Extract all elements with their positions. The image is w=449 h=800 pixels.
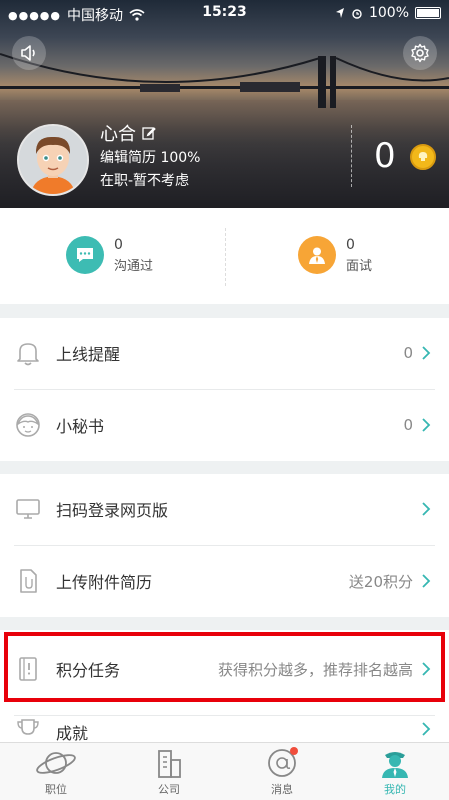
tab-companies[interactable]: 公司: [129, 747, 209, 797]
chevron-right-icon: [422, 722, 431, 736]
bell-icon: [14, 339, 42, 367]
online-reminder-row[interactable]: 上线提醒 0: [0, 318, 449, 388]
speaker-icon: [21, 45, 35, 61]
interviewer-icon: [298, 236, 336, 274]
row-label: 上线提醒: [56, 345, 121, 364]
highlight-box: [4, 632, 445, 702]
stat-label: 沟通过: [114, 258, 154, 274]
tab-label: 公司: [158, 783, 180, 796]
edit-icon[interactable]: [142, 126, 156, 140]
building-icon: [158, 750, 181, 778]
tab-messages[interactable]: 消息: [242, 747, 322, 797]
coin-icon[interactable]: [410, 144, 436, 170]
chevron-right-icon: [422, 418, 431, 432]
tab-label: 我的: [384, 783, 406, 796]
secretary-icon: [14, 411, 42, 439]
tab-label: 消息: [271, 783, 293, 796]
chevron-right-icon: [422, 502, 431, 516]
chevron-right-icon: [422, 574, 431, 588]
notifications-section: 上线提醒 0 小秘书 0: [0, 318, 449, 461]
row-label: 扫码登录网页版: [56, 501, 169, 520]
row-value: 0: [403, 344, 413, 362]
monitor-icon: [14, 495, 42, 523]
alarm-icon: [352, 9, 362, 19]
attachment-icon: [14, 567, 42, 595]
profile-icon: [382, 752, 408, 778]
profile-header: ●●●●● 中国移动 15:23 100% 心合 编辑简历 100% 在职-暂不…: [0, 0, 449, 208]
gear-icon: [411, 43, 429, 63]
stat-count: 0: [114, 236, 123, 253]
settings-button[interactable]: [403, 36, 437, 70]
assistant-row[interactable]: 小秘书 0: [0, 390, 449, 460]
avatar[interactable]: [17, 124, 89, 196]
stats-divider: [225, 228, 226, 286]
stat-interview[interactable]: 0 面试: [298, 236, 372, 274]
tab-jobs[interactable]: 职位: [16, 747, 96, 797]
location-icon: [335, 8, 344, 18]
planet-icon: [36, 752, 76, 774]
header-divider: [351, 125, 352, 187]
bridge-illustration: [0, 53, 449, 108]
cartoon-avatar-icon: [19, 126, 87, 194]
unread-badge: [290, 747, 298, 755]
user-name: 心合: [100, 124, 136, 145]
row-label: 小秘书: [56, 417, 105, 436]
chat-bubble-icon: [66, 236, 104, 274]
row-label: 成就: [56, 724, 89, 743]
battery-icon: [415, 7, 441, 19]
tab-label: 职位: [45, 783, 67, 796]
scan-login-row[interactable]: 扫码登录网页版: [0, 474, 449, 544]
job-status[interactable]: 在职-暂不考虑: [100, 170, 189, 190]
resume-completeness[interactable]: 编辑简历 100%: [100, 147, 200, 167]
row-value: 送20积分: [348, 572, 413, 591]
status-bar: ●●●●● 中国移动 15:23 100%: [0, 0, 449, 26]
speaker-button[interactable]: [12, 36, 46, 70]
trophy-icon: [14, 716, 42, 744]
tab-me[interactable]: 我的: [355, 747, 435, 797]
profile-name-row[interactable]: 心合: [100, 120, 156, 146]
stats-panel: 0 沟通过 0 面试: [0, 208, 449, 304]
points-count[interactable]: 0: [374, 136, 396, 176]
stat-count: 0: [346, 236, 355, 253]
tab-bar: 职位 公司 消息 我的: [0, 742, 449, 800]
upload-resume-row[interactable]: 上传附件简历 送20积分: [0, 546, 449, 616]
row-value: 0: [403, 416, 413, 434]
stat-label: 面试: [346, 258, 373, 274]
tools-section: 扫码登录网页版 上传附件简历 送20积分: [0, 474, 449, 617]
chevron-right-icon: [422, 346, 431, 360]
row-label: 上传附件简历: [56, 573, 153, 592]
stat-communicated[interactable]: 0 沟通过: [66, 236, 153, 274]
achievements-row[interactable]: 成就: [0, 716, 449, 744]
battery-percent: 100%: [368, 5, 409, 21]
